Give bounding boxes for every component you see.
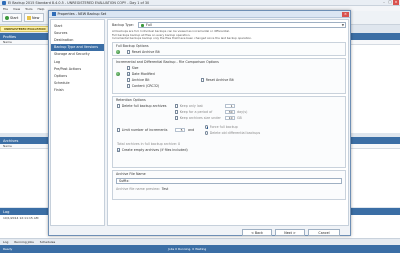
force-full-radio[interactable]: [205, 125, 209, 129]
force-full-backup[interactable]: Force full backup: [205, 125, 238, 129]
nav-item-backup-type[interactable]: Backup Type and Versions: [51, 43, 104, 51]
compare-size-checkbox[interactable]: [127, 66, 131, 70]
full-reset-archive-bit[interactable]: Reset Archive Bit: [127, 50, 160, 54]
start-button[interactable]: Start: [2, 13, 22, 22]
delete-full-archives[interactable]: Delete full backup archives: [117, 104, 166, 108]
nav-item-log[interactable]: Log: [51, 58, 104, 65]
close-window-icon[interactable]: ×: [393, 0, 399, 5]
dialog-icon: [52, 12, 56, 16]
archive-file-name-group: Archive File Name Suffix: Archive file n…: [112, 170, 346, 200]
comparison-options-group: Incremental and Differential Backup - Fi…: [112, 58, 346, 94]
nav-item-finish[interactable]: Finish: [51, 87, 104, 94]
keep-period-input[interactable]: 30: [225, 109, 235, 114]
nav-item-storage[interactable]: Storage and Security: [51, 51, 104, 58]
nav-item-pre-post[interactable]: Pre/Post Actions: [51, 65, 104, 72]
back-button[interactable]: < Back: [242, 229, 272, 236]
keep-for-period[interactable]: Keep for a period of: [175, 110, 212, 114]
chevron-down-icon: ▼: [341, 23, 344, 27]
keep-only-last-input[interactable]: 1: [225, 103, 235, 108]
delete-full-archives-checkbox[interactable]: [117, 104, 121, 108]
limit-increments-unit: and: [188, 128, 195, 132]
full-backup-icon: [116, 50, 120, 54]
keep-for-period-checkbox[interactable]: [175, 110, 179, 114]
delete-old-differential-radio[interactable]: [205, 131, 209, 135]
full-options-title: Full Backup Options: [116, 44, 149, 48]
play-icon: [5, 15, 9, 20]
archive-name-title: Archive File Name: [116, 172, 146, 176]
menu-file[interactable]: File: [3, 7, 8, 11]
menu-view[interactable]: View: [13, 7, 20, 11]
nav-item-start[interactable]: Start: [51, 22, 104, 29]
window-controls: – □ ×: [381, 0, 399, 5]
comparison-options-title: Incremental and Differential Backup - Fi…: [116, 60, 219, 64]
keep-only-last-checkbox[interactable]: [175, 104, 179, 108]
full-reset-archive-bit-checkbox[interactable]: [127, 50, 131, 54]
backup-type-description: All backups are full. Individual backups…: [112, 29, 253, 41]
status-text: Ready: [3, 247, 13, 251]
bottom-tabs: Log Running Jobs Schedules: [0, 238, 400, 245]
dialog-title-bar: Properties - NEW Backup Set: [49, 11, 350, 18]
keep-size-input[interactable]: 10: [225, 115, 235, 120]
create-empty-archives-checkbox[interactable]: ✓: [117, 148, 121, 152]
new-icon: [27, 15, 31, 20]
delete-old-differential[interactable]: Delete old differential backups: [205, 131, 260, 135]
limit-increments[interactable]: Limit number of increments: [117, 128, 168, 132]
next-button[interactable]: Next >: [275, 229, 305, 236]
backup-type-select[interactable]: Full ▼: [138, 22, 346, 28]
keep-only-last[interactable]: Keep only last: [175, 104, 203, 108]
tab-log[interactable]: Log: [3, 240, 8, 244]
full-backup-icon: [141, 23, 144, 27]
cancel-button[interactable]: Cancel: [308, 229, 340, 236]
properties-dialog: Properties - NEW Backup Set × Start Sour…: [48, 10, 351, 236]
compare-size[interactable]: Size: [127, 66, 138, 70]
app-title: EI Backup 2015 Standard 8.4.0.5 - UNREGI…: [8, 0, 150, 5]
retention-options-group: Retention Options Delete full backup arc…: [112, 96, 346, 168]
menu-tools[interactable]: Tools: [25, 7, 32, 11]
compare-archive-bit-checkbox[interactable]: [127, 78, 131, 82]
compare-content-crc[interactable]: Content (CRC32): [127, 84, 159, 88]
compare-archive-bit[interactable]: Archive Bit: [127, 78, 150, 82]
nav-item-sources[interactable]: Sources: [51, 29, 104, 36]
tab-schedules[interactable]: Schedules: [40, 240, 55, 244]
retention-title: Retention Options: [116, 98, 146, 102]
total-archives-text: Total archives in full backup archive: 0: [117, 142, 181, 146]
status-bar: Ready Jobs 0 Running, 0 Waiting: [0, 245, 400, 253]
keep-size-under-checkbox[interactable]: [175, 116, 179, 120]
menu-help[interactable]: Help: [38, 7, 45, 11]
nav-item-options[interactable]: Options: [51, 72, 104, 79]
compare-reset-archive-bit[interactable]: Reset Archive Bit: [201, 78, 234, 82]
archive-name-input[interactable]: Suffix:: [116, 178, 342, 184]
nav-item-schedule[interactable]: Schedule: [51, 80, 104, 87]
limit-increments-checkbox[interactable]: [117, 128, 121, 132]
archive-name-preview: Archive file name preview: Test: [116, 187, 169, 191]
keep-size-unit: GB: [237, 116, 242, 120]
backup-type-label: Backup Type:: [112, 23, 134, 27]
create-empty-archives[interactable]: ✓ Create empty archives (if files includ…: [117, 148, 188, 152]
incremental-backup-icon: [116, 72, 120, 76]
limit-increments-input[interactable]: 5: [175, 127, 185, 132]
keep-period-unit: day(s): [237, 110, 248, 114]
app-logo-icon: [2, 0, 6, 5]
keep-size-under[interactable]: Keep archives size under: [175, 116, 221, 120]
dialog-content: Backup Type: Full ▼ All backups are full…: [107, 19, 349, 226]
compare-reset-archive-bit-checkbox[interactable]: [201, 78, 205, 82]
dialog-title: Properties - NEW Backup Set: [57, 12, 107, 16]
compare-content-crc-checkbox[interactable]: [127, 84, 131, 88]
compare-date-modified-checkbox[interactable]: ✓: [127, 72, 131, 76]
full-backup-options-group: Full Backup Options Reset Archive Bit: [112, 42, 346, 56]
dialog-close-icon[interactable]: ×: [342, 12, 349, 17]
jobs-status: Jobs 0 Running, 0 Waiting: [168, 247, 207, 251]
new-button[interactable]: New: [24, 13, 44, 22]
nav-item-destination[interactable]: Destination: [51, 36, 104, 43]
compare-date-modified[interactable]: ✓ Date Modified: [127, 72, 155, 76]
dialog-nav: Start Sources Destination Backup Type an…: [50, 19, 105, 226]
tab-running-jobs[interactable]: Running Jobs: [14, 240, 33, 244]
